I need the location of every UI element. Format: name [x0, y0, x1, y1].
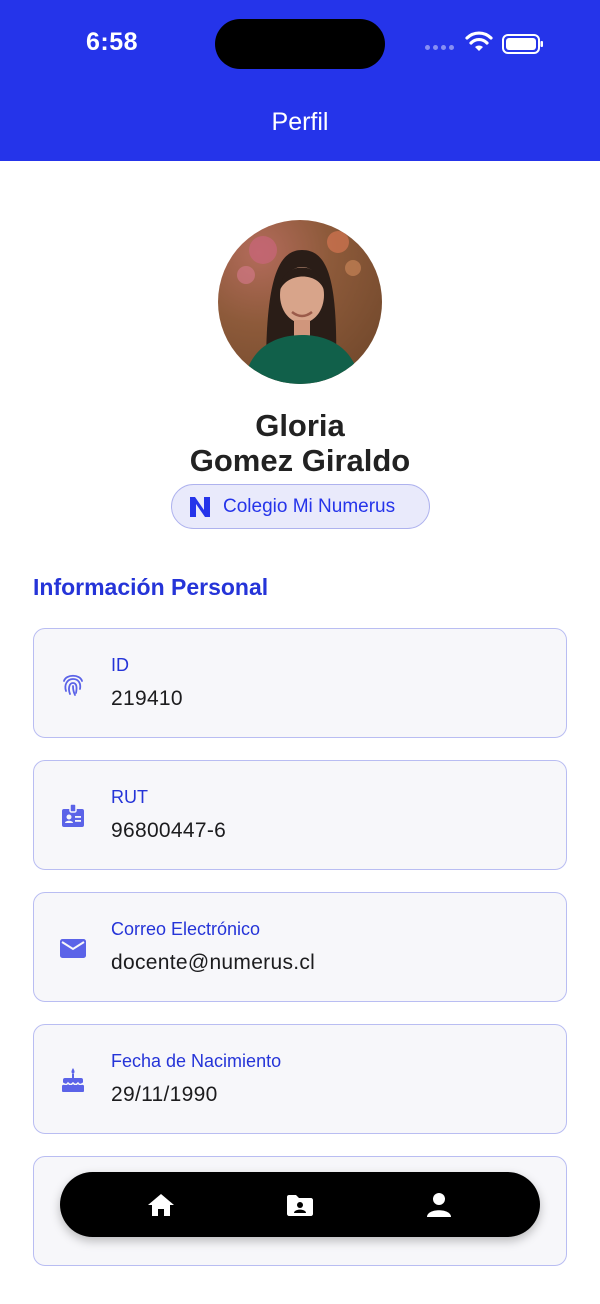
field-value-rut: 96800447-6: [111, 819, 227, 842]
info-card-email: Correo Electrónico docente@numerus.cl: [33, 892, 567, 1002]
id-badge-icon: [62, 803, 84, 827]
field-value-email: docente@numerus.cl: [111, 951, 316, 974]
school-name: Colegio Mi Numerus: [223, 495, 396, 517]
wifi-icon: [465, 31, 493, 51]
page-title: Perfil: [271, 108, 329, 136]
field-label-rut: RUT: [111, 787, 148, 807]
info-card-birthdate: Fecha de Nacimiento 29/11/1990: [33, 1024, 567, 1134]
field-label-email: Correo Electrónico: [111, 919, 261, 939]
profile-first-name: Gloria: [255, 408, 345, 443]
cake-icon: [62, 1068, 84, 1092]
folder-user-icon[interactable]: [284, 1189, 316, 1221]
field-value-birthdate: 29/11/1990: [111, 1083, 218, 1106]
cellular-signal-icon: [425, 42, 457, 52]
field-label-birthdate: Fecha de Nacimiento: [111, 1051, 282, 1071]
status-time: 6:58: [86, 28, 139, 56]
info-card-rut: RUT 96800447-6: [33, 760, 567, 870]
avatar: [218, 220, 382, 384]
profile-last-name: Gomez Giraldo: [189, 443, 411, 478]
field-label-id: ID: [111, 655, 129, 675]
mail-icon: [60, 939, 86, 958]
battery-icon: [502, 34, 543, 54]
fingerprint-icon: [63, 674, 83, 696]
person-icon[interactable]: [423, 1189, 455, 1221]
section-title: Información Personal: [33, 574, 269, 600]
info-card-id: ID 219410: [33, 628, 567, 738]
app-header: 6:58 Perfil: [0, 0, 600, 161]
tab-bar: [60, 1172, 540, 1237]
school-chip: Colegio Mi Numerus: [171, 484, 430, 529]
dynamic-island: [215, 19, 385, 69]
home-icon[interactable]: [145, 1189, 177, 1221]
field-value-id: 219410: [111, 687, 183, 710]
numerus-logo-icon: [190, 496, 210, 517]
